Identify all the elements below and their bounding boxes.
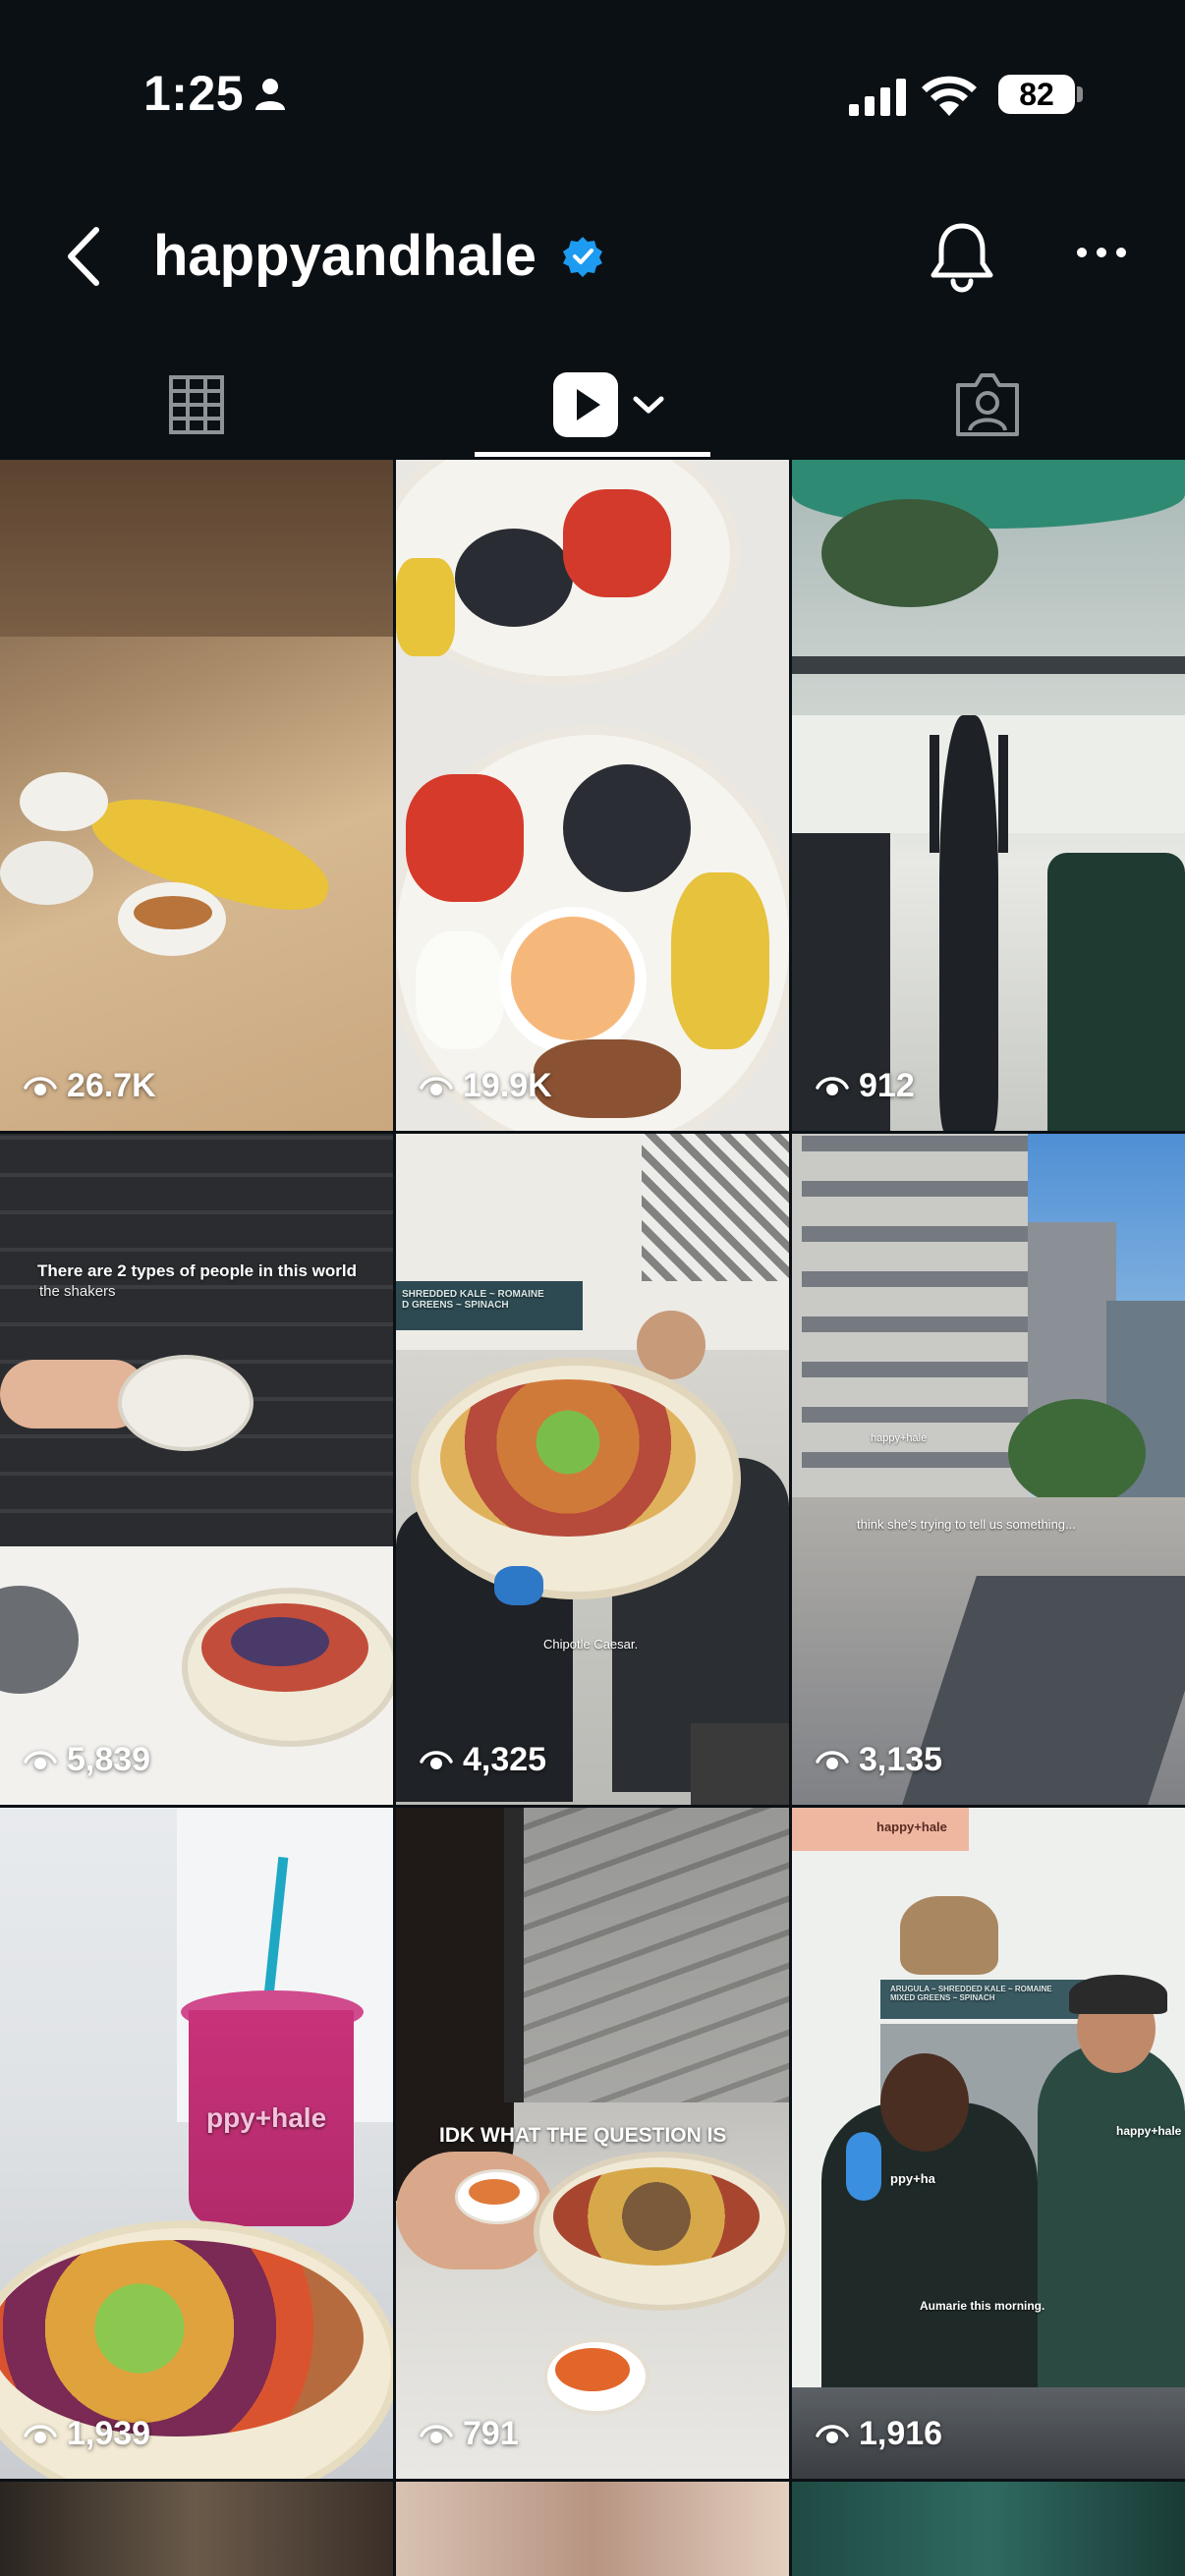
view-count-text: 19.9K <box>463 1067 552 1104</box>
view-count: 791 <box>420 2415 519 2453</box>
view-count: 4,325 <box>420 1741 546 1779</box>
eye-icon <box>816 1750 849 1769</box>
cup-logo-text: ppy+hale <box>206 2102 327 2133</box>
reel-caption: Aumarie this morning. <box>920 2299 1045 2313</box>
apron-logo-text: ppy+ha <box>890 2171 935 2186</box>
eye-icon <box>24 2424 57 2443</box>
verified-badge-icon <box>563 237 602 277</box>
reel-caption: IDK WHAT THE QUESTION IS <box>439 2124 727 2147</box>
reel-subcaption: the shakers <box>39 1283 116 1300</box>
reel-thumbnail[interactable]: ppy+hale 1,939 <box>0 1808 393 2479</box>
view-count: 19.9K <box>420 1067 552 1105</box>
view-count: 1,939 <box>24 2415 150 2453</box>
reel-thumbnail[interactable]: IDK WHAT THE QUESTION IS 791 <box>396 1808 789 2479</box>
reel-thumbnail[interactable]: happy+hale ARUGULA ~ SHREDDED KALE ~ ROM… <box>792 1808 1185 2479</box>
view-count-text: 5,839 <box>67 1741 151 1778</box>
reel-thumbnail[interactable]: There are 2 types of people in this worl… <box>0 1134 393 1805</box>
eye-icon <box>816 1076 849 1095</box>
storefront-sign: happy+hale <box>871 1432 928 1444</box>
battery-icon: 82 <box>998 75 1075 114</box>
reel-caption: Chipotle Caesar. <box>543 1637 639 1652</box>
reel-caption: There are 2 types of people in this worl… <box>37 1261 357 1280</box>
tab-reels[interactable] <box>531 356 688 454</box>
back-arrow-icon[interactable] <box>59 222 108 291</box>
view-count-text: 1,939 <box>67 2415 151 2452</box>
reel-thumbnail[interactable]: happy+hale think she's trying to tell us… <box>792 1134 1185 1805</box>
menu-sign: SHREDDED KALE ~ ROMAINE D GREENS ~ SPINA… <box>402 1289 544 1311</box>
eye-icon <box>420 1750 453 1769</box>
eye-icon <box>420 1076 453 1095</box>
tagged-person-icon <box>956 373 1019 436</box>
view-count-text: 4,325 <box>463 1741 547 1778</box>
profile-username: happyandhale <box>153 224 536 288</box>
eye-icon <box>420 2424 453 2443</box>
status-bar: 1:25 82 <box>0 0 1185 196</box>
cellular-signal-icon <box>849 79 906 116</box>
reel-caption: think she's trying to tell us something.… <box>857 1517 1076 1532</box>
chevron-down-icon <box>633 396 664 414</box>
reel-thumbnail[interactable]: 19.9K <box>396 460 789 1131</box>
view-count-text: 912 <box>859 1067 915 1104</box>
view-count: 26.7K <box>24 1067 156 1105</box>
menu-sign: ARUGULA ~ SHREDDED KALE ~ ROMAINE MIXED … <box>890 1985 1052 2002</box>
eye-icon <box>816 2424 849 2443</box>
battery-tip <box>1077 86 1083 102</box>
active-tab-indicator <box>475 452 710 457</box>
view-count: 3,135 <box>816 1741 942 1779</box>
view-count: 912 <box>816 1067 915 1105</box>
reel-thumbnail[interactable] <box>396 2482 789 2576</box>
view-count-text: 791 <box>463 2415 519 2452</box>
notification-bell-icon[interactable] <box>928 220 996 295</box>
view-count-text: 26.7K <box>67 1067 156 1104</box>
reel-thumbnail[interactable]: 912 <box>792 460 1185 1131</box>
more-options-icon[interactable] <box>1075 246 1128 259</box>
reel-thumbnail[interactable] <box>0 2482 393 2576</box>
grid-icon <box>169 375 224 434</box>
view-count: 1,916 <box>816 2415 942 2453</box>
eye-icon <box>24 1076 57 1095</box>
reel-thumbnail[interactable] <box>792 2482 1185 2576</box>
person-icon <box>255 79 285 110</box>
reel-thumbnail[interactable]: 26.7K <box>0 460 393 1131</box>
banner-logo-text: happy+hale <box>876 1820 947 1834</box>
eye-icon <box>24 1750 57 1769</box>
view-count-text: 3,135 <box>859 1741 943 1778</box>
reels-icon <box>553 372 618 437</box>
status-time: 1:25 <box>143 66 245 121</box>
view-count: 5,839 <box>24 1741 150 1779</box>
tab-posts-grid[interactable] <box>147 356 246 454</box>
reel-thumbnail[interactable]: SHREDDED KALE ~ ROMAINE D GREENS ~ SPINA… <box>396 1134 789 1805</box>
view-count-text: 1,916 <box>859 2415 943 2452</box>
wifi-icon <box>922 76 977 116</box>
tab-tagged[interactable] <box>938 356 1037 454</box>
shirt-logo-text: happy+hale <box>1116 2124 1182 2138</box>
